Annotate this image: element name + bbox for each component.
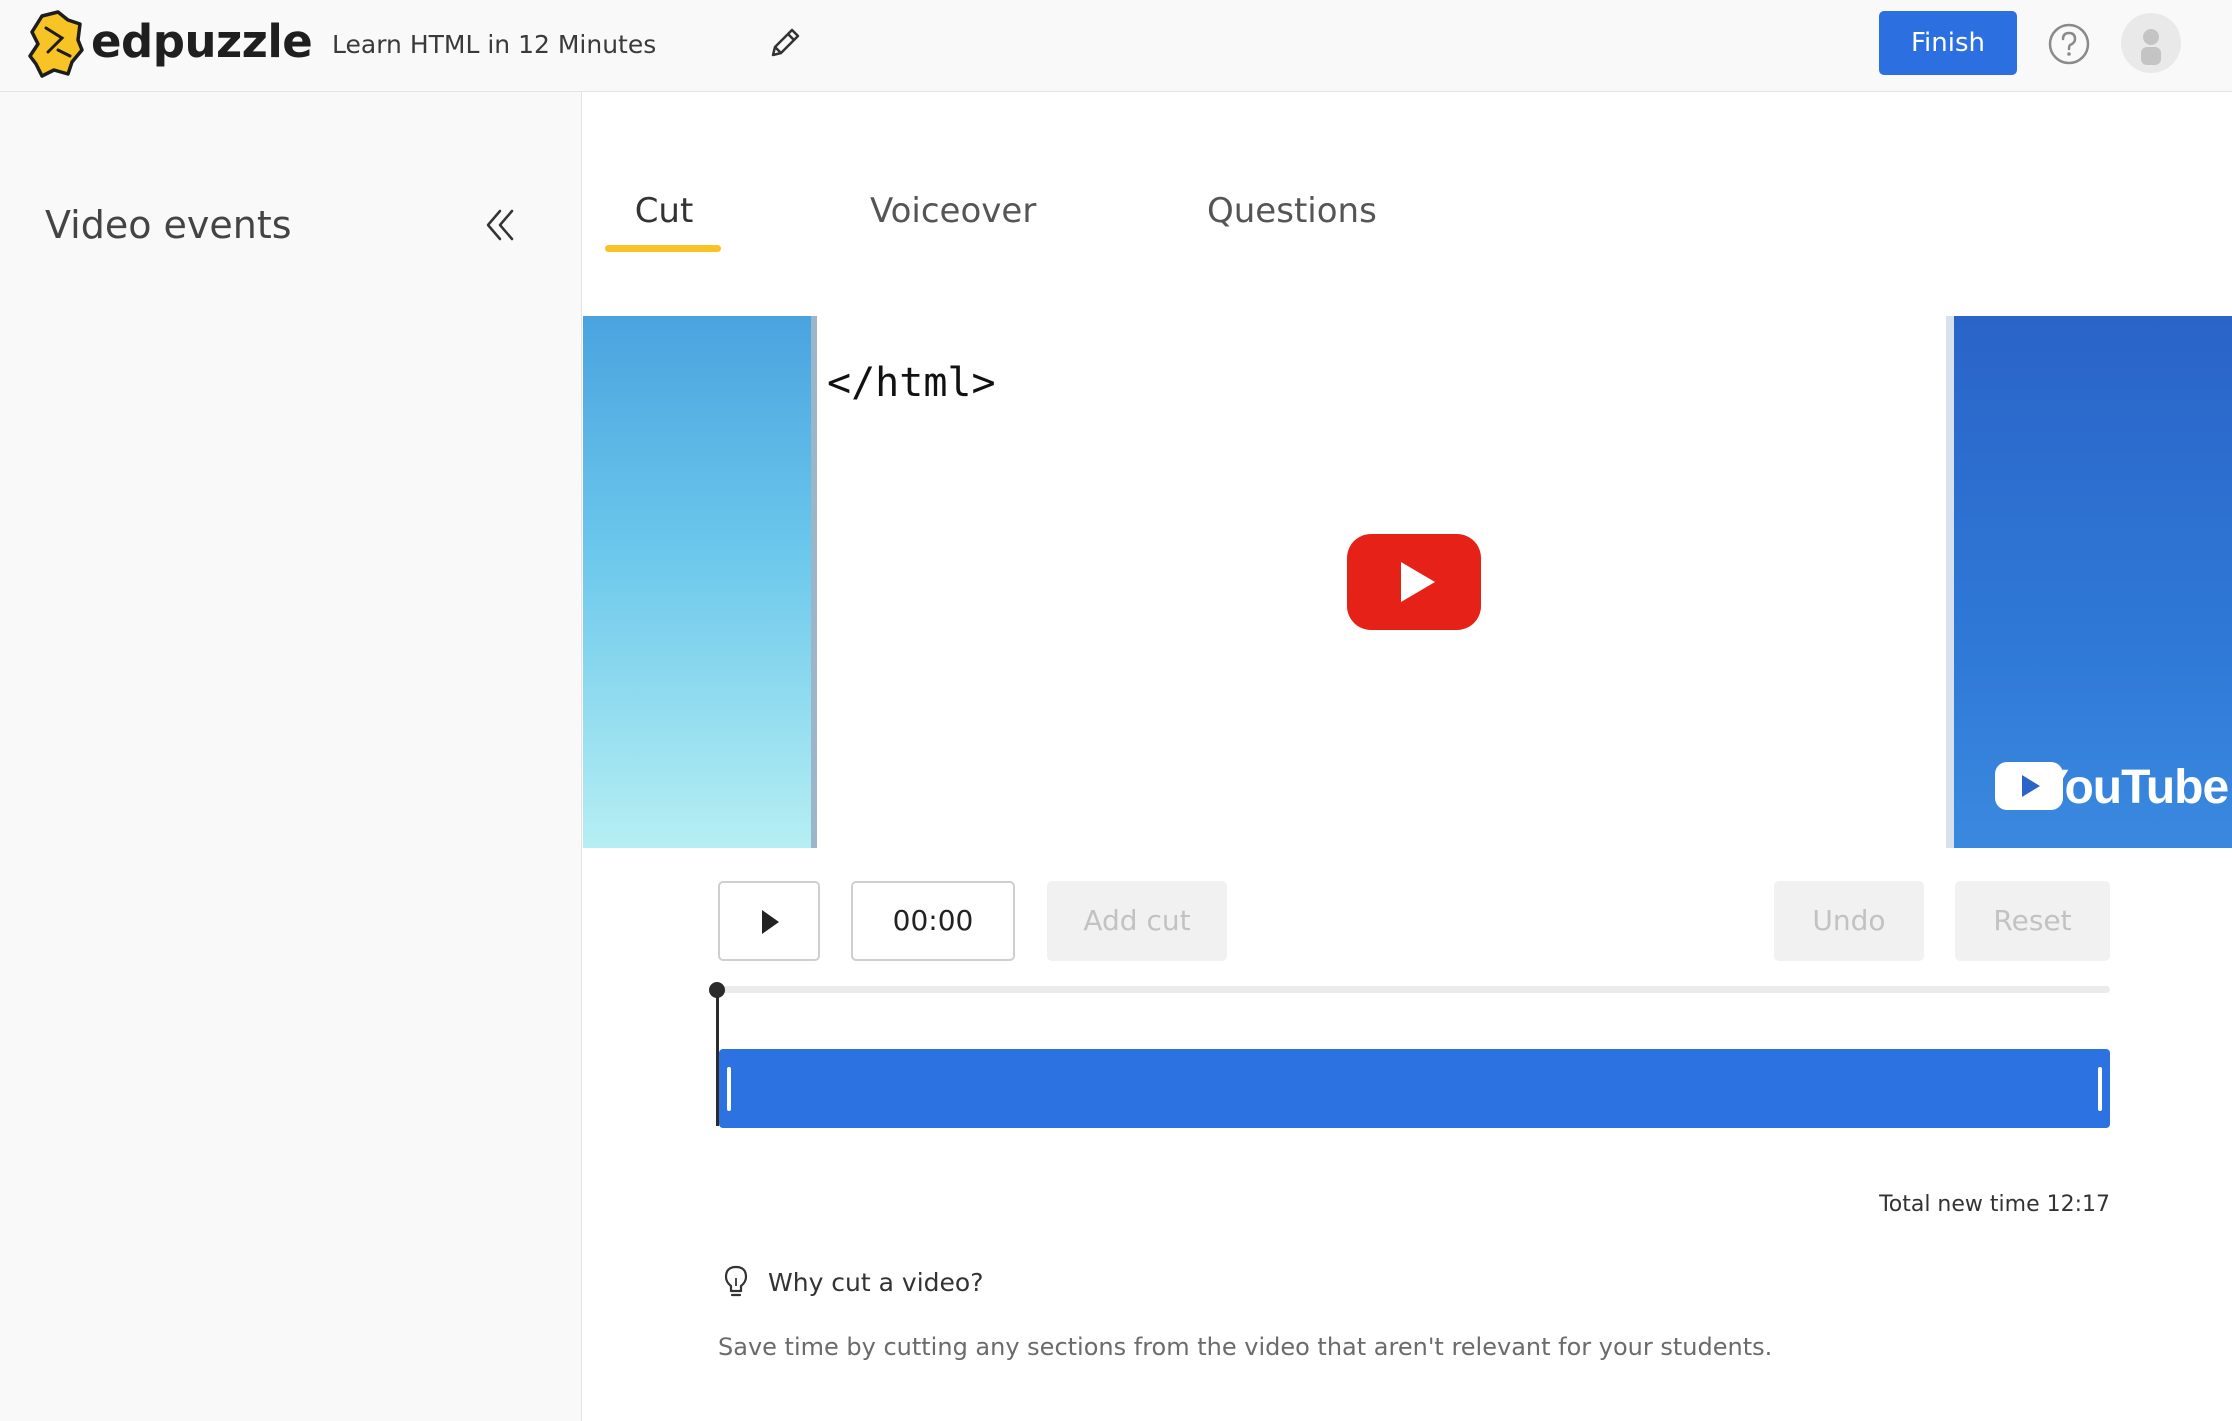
play-button[interactable] xyxy=(718,881,820,961)
active-tab-indicator xyxy=(605,245,721,252)
current-time-field[interactable]: 00:00 xyxy=(851,881,1015,961)
sidebar-title: Video events xyxy=(45,203,292,247)
tab-questions[interactable]: Questions xyxy=(1207,186,1377,236)
total-new-time: Total new time 12:17 xyxy=(1879,1192,2110,1217)
video-segment[interactable] xyxy=(719,1049,2110,1128)
sidebar: Video events xyxy=(0,92,582,1421)
double-chevron-left-icon[interactable] xyxy=(484,206,518,244)
help-icon[interactable] xyxy=(2047,22,2091,66)
video-player[interactable]: </html> YouTube xyxy=(583,316,2232,848)
user-silhouette-icon xyxy=(2141,29,2161,65)
youtube-watermark: YouTube xyxy=(2037,761,2229,814)
edpuzzle-logo-icon[interactable] xyxy=(28,10,84,78)
scrubber-track[interactable] xyxy=(718,986,2110,993)
tip-title: Why cut a video? xyxy=(768,1268,984,1297)
pencil-icon[interactable] xyxy=(766,24,804,62)
add-cut-button[interactable]: Add cut xyxy=(1047,881,1227,961)
avatar-icon[interactable] xyxy=(2121,13,2181,73)
finish-button[interactable]: Finish xyxy=(1879,11,2017,75)
tab-cut[interactable]: Cut xyxy=(625,186,703,236)
brand-name[interactable]: edpuzzle xyxy=(91,14,313,70)
reset-button[interactable]: Reset xyxy=(1955,881,2110,961)
video-frame-text: </html> xyxy=(827,360,996,406)
undo-button[interactable]: Undo xyxy=(1774,881,1924,961)
play-icon xyxy=(762,910,779,934)
segment-end-handle[interactable] xyxy=(2098,1067,2102,1111)
lightbulb-icon xyxy=(724,1265,748,1297)
segment-start-handle[interactable] xyxy=(727,1067,731,1111)
youtube-play-icon[interactable] xyxy=(1347,534,1481,630)
video-title: Learn HTML in 12 Minutes xyxy=(332,30,657,59)
video-frame-left-panel xyxy=(583,316,817,848)
tip-text: Save time by cutting any sections from t… xyxy=(718,1333,1773,1361)
tab-voiceover[interactable]: Voiceover xyxy=(870,186,1036,236)
playhead-handle[interactable] xyxy=(709,982,725,998)
top-bar: edpuzzle Learn HTML in 12 Minutes Finish xyxy=(0,0,2232,92)
